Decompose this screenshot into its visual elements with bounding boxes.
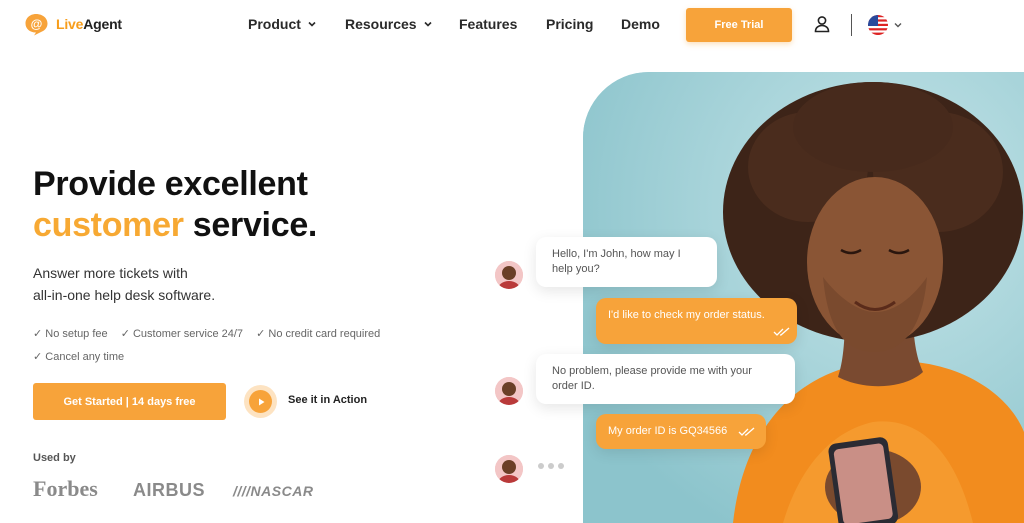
play-video-button[interactable]	[244, 385, 277, 418]
double-check-icon	[773, 327, 790, 336]
feature-item: ✓ No setup fee	[33, 328, 108, 340]
language-chevron-icon[interactable]	[893, 20, 903, 30]
play-icon	[249, 390, 272, 413]
get-started-button[interactable]: Get Started | 14 days free	[33, 383, 226, 420]
typing-indicator	[538, 463, 564, 469]
us-flag-icon[interactable]	[868, 15, 888, 35]
feature-item: ✓ Customer service 24/7	[120, 328, 244, 340]
agent-avatar	[495, 455, 523, 483]
nav-features[interactable]: Features	[459, 16, 517, 32]
agent-message: Hello, I'm John, how may I help you?	[536, 237, 717, 287]
logo-text: LiveAgent	[56, 16, 122, 32]
agent-avatar	[495, 377, 523, 405]
liveagent-logo[interactable]: @ LiveAgent	[24, 12, 122, 36]
hero-subtitle: Answer more tickets with all-in-one help…	[33, 265, 216, 303]
feature-checklist: ✓ No setup fee ✓ Customer service 24/7 ✓…	[33, 323, 413, 369]
logo-chat-icon: @	[24, 12, 50, 36]
used-by-label: Used by	[33, 452, 76, 464]
user-icon[interactable]	[813, 15, 831, 33]
chevron-down-icon	[424, 21, 432, 27]
feature-item: ✓ No credit card required	[256, 328, 381, 340]
double-check-icon	[738, 427, 755, 436]
airbus-logo: AIRBUS	[133, 480, 206, 500]
customer-message: I'd like to check my order status.	[596, 298, 797, 344]
agent-avatar	[495, 261, 523, 289]
nav-product[interactable]: Product	[248, 16, 317, 32]
nascar-logo: ////NASCAR	[233, 483, 314, 499]
forbes-logo: Forbes	[33, 476, 98, 501]
see-it-in-action-link[interactable]: See it in Action	[288, 394, 367, 406]
hero-title: Provide excellent customer service.	[33, 165, 318, 244]
svg-text:@: @	[31, 17, 43, 31]
agent-message: No problem, please provide me with your …	[536, 354, 795, 404]
free-trial-button[interactable]: Free Trial	[686, 8, 792, 42]
feature-item: ✓ Cancel any time	[33, 351, 125, 363]
chevron-down-icon	[308, 21, 316, 27]
hero-title-accent: customer	[33, 206, 184, 244]
nav-demo[interactable]: Demo	[621, 16, 660, 32]
nav-resources[interactable]: Resources	[345, 16, 433, 32]
nav-pricing[interactable]: Pricing	[546, 16, 593, 32]
header-divider	[851, 14, 852, 36]
